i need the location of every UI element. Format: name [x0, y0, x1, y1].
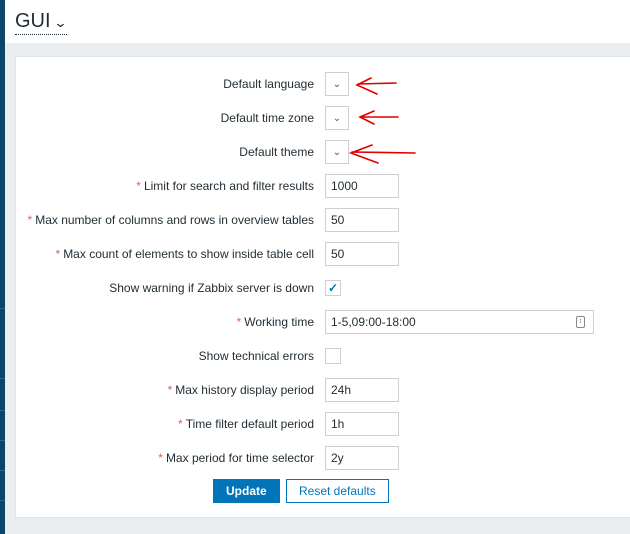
- red-arrow-annotation: [348, 144, 416, 164]
- red-arrow-annotation: [355, 77, 397, 95]
- annotation-arrows: [348, 77, 416, 164]
- red-arrow-annotation: [358, 110, 399, 125]
